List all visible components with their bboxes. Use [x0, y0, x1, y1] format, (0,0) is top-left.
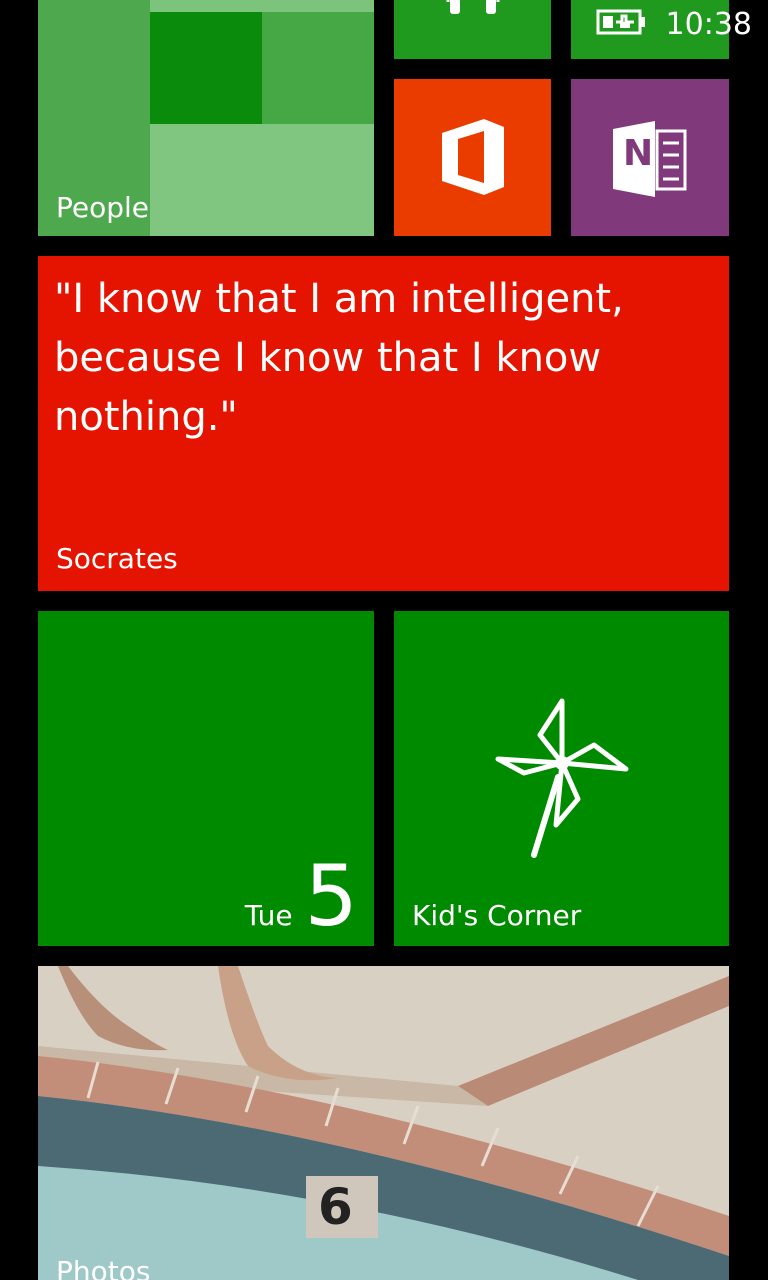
- pool-number: 6: [318, 1178, 353, 1236]
- people-photo-cell: [262, 12, 374, 124]
- quote-text: "I know that I am intelligent, because I…: [54, 276, 624, 440]
- people-label: People: [56, 191, 150, 224]
- people-photo-cell: [150, 124, 374, 236]
- photos-tile[interactable]: 6 Photos: [38, 966, 729, 1280]
- people-photo-cell: [150, 12, 262, 124]
- clock: 10:38: [665, 6, 752, 42]
- quote-author: Socrates: [56, 542, 178, 575]
- music-tile[interactable]: [394, 0, 551, 59]
- people-tile[interactable]: People: [38, 0, 374, 236]
- headphones-icon: [442, 0, 504, 20]
- kids-corner-tile[interactable]: Kid's Corner: [394, 611, 729, 946]
- calendar-day: Tue: [244, 899, 293, 932]
- people-photo-cell: [150, 0, 374, 12]
- calendar-date: Tue 5: [245, 854, 358, 938]
- quote-tile[interactable]: "I know that I am intelligent, because I…: [38, 256, 729, 591]
- onenote-letter: N: [623, 133, 654, 174]
- kids-corner-label: Kid's Corner: [412, 899, 582, 932]
- office-icon: [438, 117, 508, 201]
- calendar-tile[interactable]: Tue 5: [38, 611, 374, 946]
- pinwheel-icon: [490, 693, 634, 867]
- office-tile[interactable]: [394, 79, 551, 236]
- status-bar: 10:38: [596, 6, 752, 42]
- onenote-tile[interactable]: N: [571, 79, 729, 236]
- photos-image: [38, 966, 729, 1280]
- calendar-number: 5: [304, 847, 358, 945]
- photos-label: Photos: [56, 1255, 151, 1280]
- battery-charging-icon: [596, 8, 648, 40]
